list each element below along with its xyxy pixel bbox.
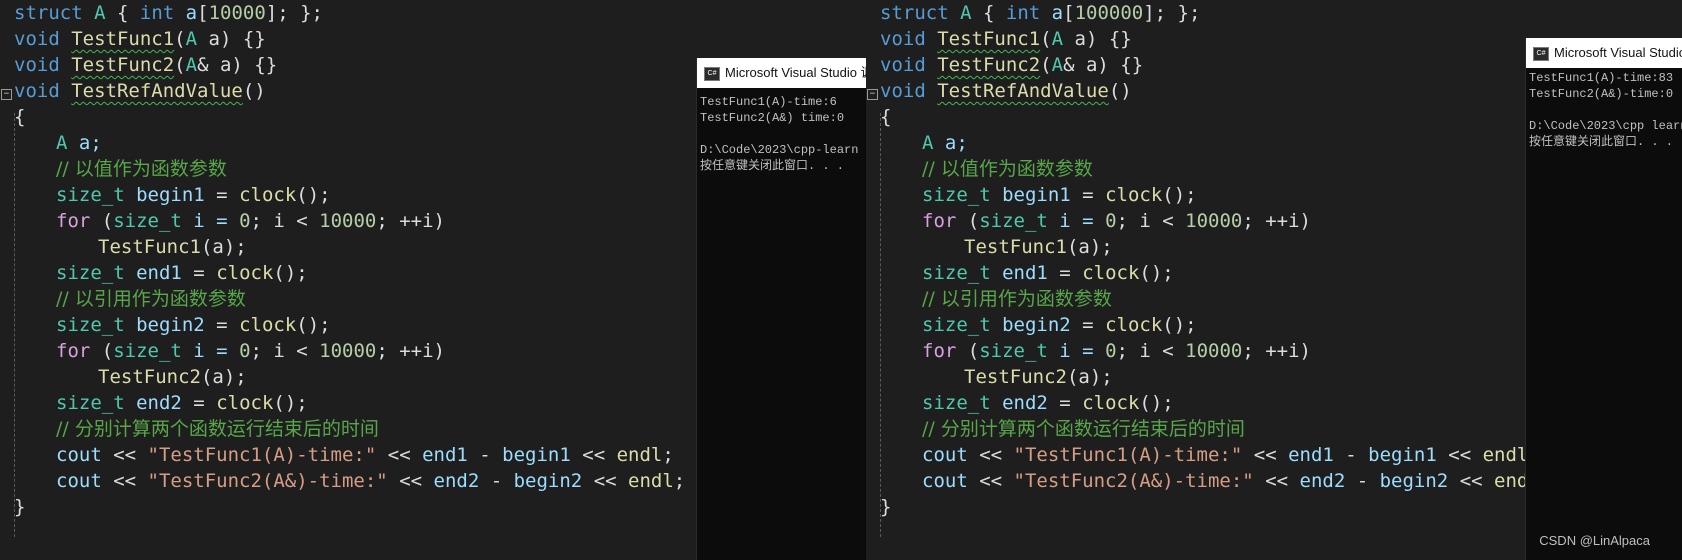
console-app-icon: C# (704, 66, 720, 81)
code-line-for1: for (size_t i = 0; i < 10000; ++i) (922, 210, 1311, 232)
code-editor-left[interactable]: − struct A { int a[10000]; }; void TestF… (0, 0, 696, 560)
code-line-testfunc1: void TestFunc1(A a) {} (14, 28, 266, 50)
code-line-call1: TestFunc1(a); (98, 236, 247, 258)
code-line-struct: struct A { int a[10000]; }; (14, 2, 323, 24)
console-output-line: TestFunc1(A)-time:6 (700, 95, 837, 109)
code-line-begin2: size_t begin2 = clock(); (922, 314, 1197, 336)
collapse-toggle-icon[interactable]: − (867, 89, 878, 100)
code-line-open-brace: { (880, 106, 892, 128)
code-line-close-brace: } (880, 496, 892, 518)
code-line-decl: A a; (922, 132, 968, 154)
console-title: Microsoft Visual Studio 调 (725, 65, 867, 80)
code-line-for1: for (size_t i = 0; i < 10000; ++i) (56, 210, 445, 232)
code-line-open-brace: { (14, 106, 26, 128)
console-app-icon: C# (1533, 46, 1549, 61)
watermark: CSDN @LinAlpaca (1539, 533, 1650, 548)
code-comment-calc: // 分别计算两个函数运行结束后的时间 (56, 418, 379, 440)
code-line-end2: size_t end2 = clock(); (922, 392, 1174, 414)
code-line-cout1: cout << "TestFunc1(A)-time:" << end1 - b… (56, 444, 674, 466)
console-title-bar[interactable]: C# Microsoft Visual Studio 调 (1526, 38, 1682, 68)
console-output-line: TestFunc2(A&)-time:0 (1529, 87, 1674, 101)
indent-guide (880, 113, 881, 537)
code-line-close-brace: } (14, 496, 26, 518)
console-output-line: 按任意键关闭此窗口. . . (1529, 135, 1674, 149)
console-output-line: TestFunc2(A&) time:0 (700, 111, 845, 125)
code-comment-value: // 以值作为函数参数 (922, 158, 1093, 180)
console-output-line: D:\Code\2023\cpp-learn (700, 143, 859, 157)
code-line-call2: TestFunc2(a); (98, 366, 247, 388)
console-output-line: D:\Code\2023\cpp learn (1529, 119, 1682, 133)
code-line-cout1: cout << "TestFunc1(A)-time:" << end1 - b… (922, 444, 1540, 466)
code-line-for2: for (size_t i = 0; i < 10000; ++i) (922, 340, 1311, 362)
code-line-struct: struct A { int a[100000]; }; (880, 2, 1201, 24)
code-line-end1: size_t end1 = clock(); (56, 262, 308, 284)
code-line-begin1: size_t begin1 = clock(); (922, 184, 1197, 206)
code-line-end1: size_t end1 = clock(); (922, 262, 1174, 284)
console-title: Microsoft Visual Studio 调 (1554, 45, 1682, 60)
code-comment-calc: // 分别计算两个函数运行结束后的时间 (922, 418, 1245, 440)
console-window-left[interactable]: C# Microsoft Visual Studio 调 TestFunc1(A)… (696, 58, 867, 560)
code-line-call2: TestFunc2(a); (964, 366, 1113, 388)
code-line-call1: TestFunc1(a); (964, 236, 1113, 258)
console-output-line: 按任意键关闭此窗口. . . (700, 159, 845, 173)
code-line-cout2: cout << "TestFunc2(A&)-time:" << end2 - … (56, 470, 686, 492)
code-line-decl: A a; (56, 132, 102, 154)
indent-guide (14, 113, 15, 537)
code-line-begin1: size_t begin1 = clock(); (56, 184, 331, 206)
code-line-testfunc1: void TestFunc1(A a) {} (880, 28, 1132, 50)
code-line-testrefandvalue: void TestRefAndValue() (14, 80, 266, 102)
console-title-bar[interactable]: C# Microsoft Visual Studio 调 (697, 58, 867, 88)
code-line-begin2: size_t begin2 = clock(); (56, 314, 331, 336)
collapse-toggle-icon[interactable]: − (1, 89, 12, 100)
console-output-line: TestFunc1(A)-time:83 (1529, 71, 1674, 85)
code-line-testfunc2: void TestFunc2(A& a) {} (14, 54, 278, 76)
code-comment-ref: // 以引用作为函数参数 (922, 288, 1112, 310)
code-line-testfunc2: void TestFunc2(A& a) {} (880, 54, 1144, 76)
console-window-right[interactable]: C# Microsoft Visual Studio 调 TestFunc1(A)… (1525, 38, 1682, 560)
code-line-for2: for (size_t i = 0; i < 10000; ++i) (56, 340, 445, 362)
code-line-testrefandvalue: void TestRefAndValue() (880, 80, 1132, 102)
code-comment-ref: // 以引用作为函数参数 (56, 288, 246, 310)
code-line-end2: size_t end2 = clock(); (56, 392, 308, 414)
code-comment-value: // 以值作为函数参数 (56, 158, 227, 180)
code-line-cout2: cout << "TestFunc2(A&)-time:" << end2 - … (922, 470, 1551, 492)
